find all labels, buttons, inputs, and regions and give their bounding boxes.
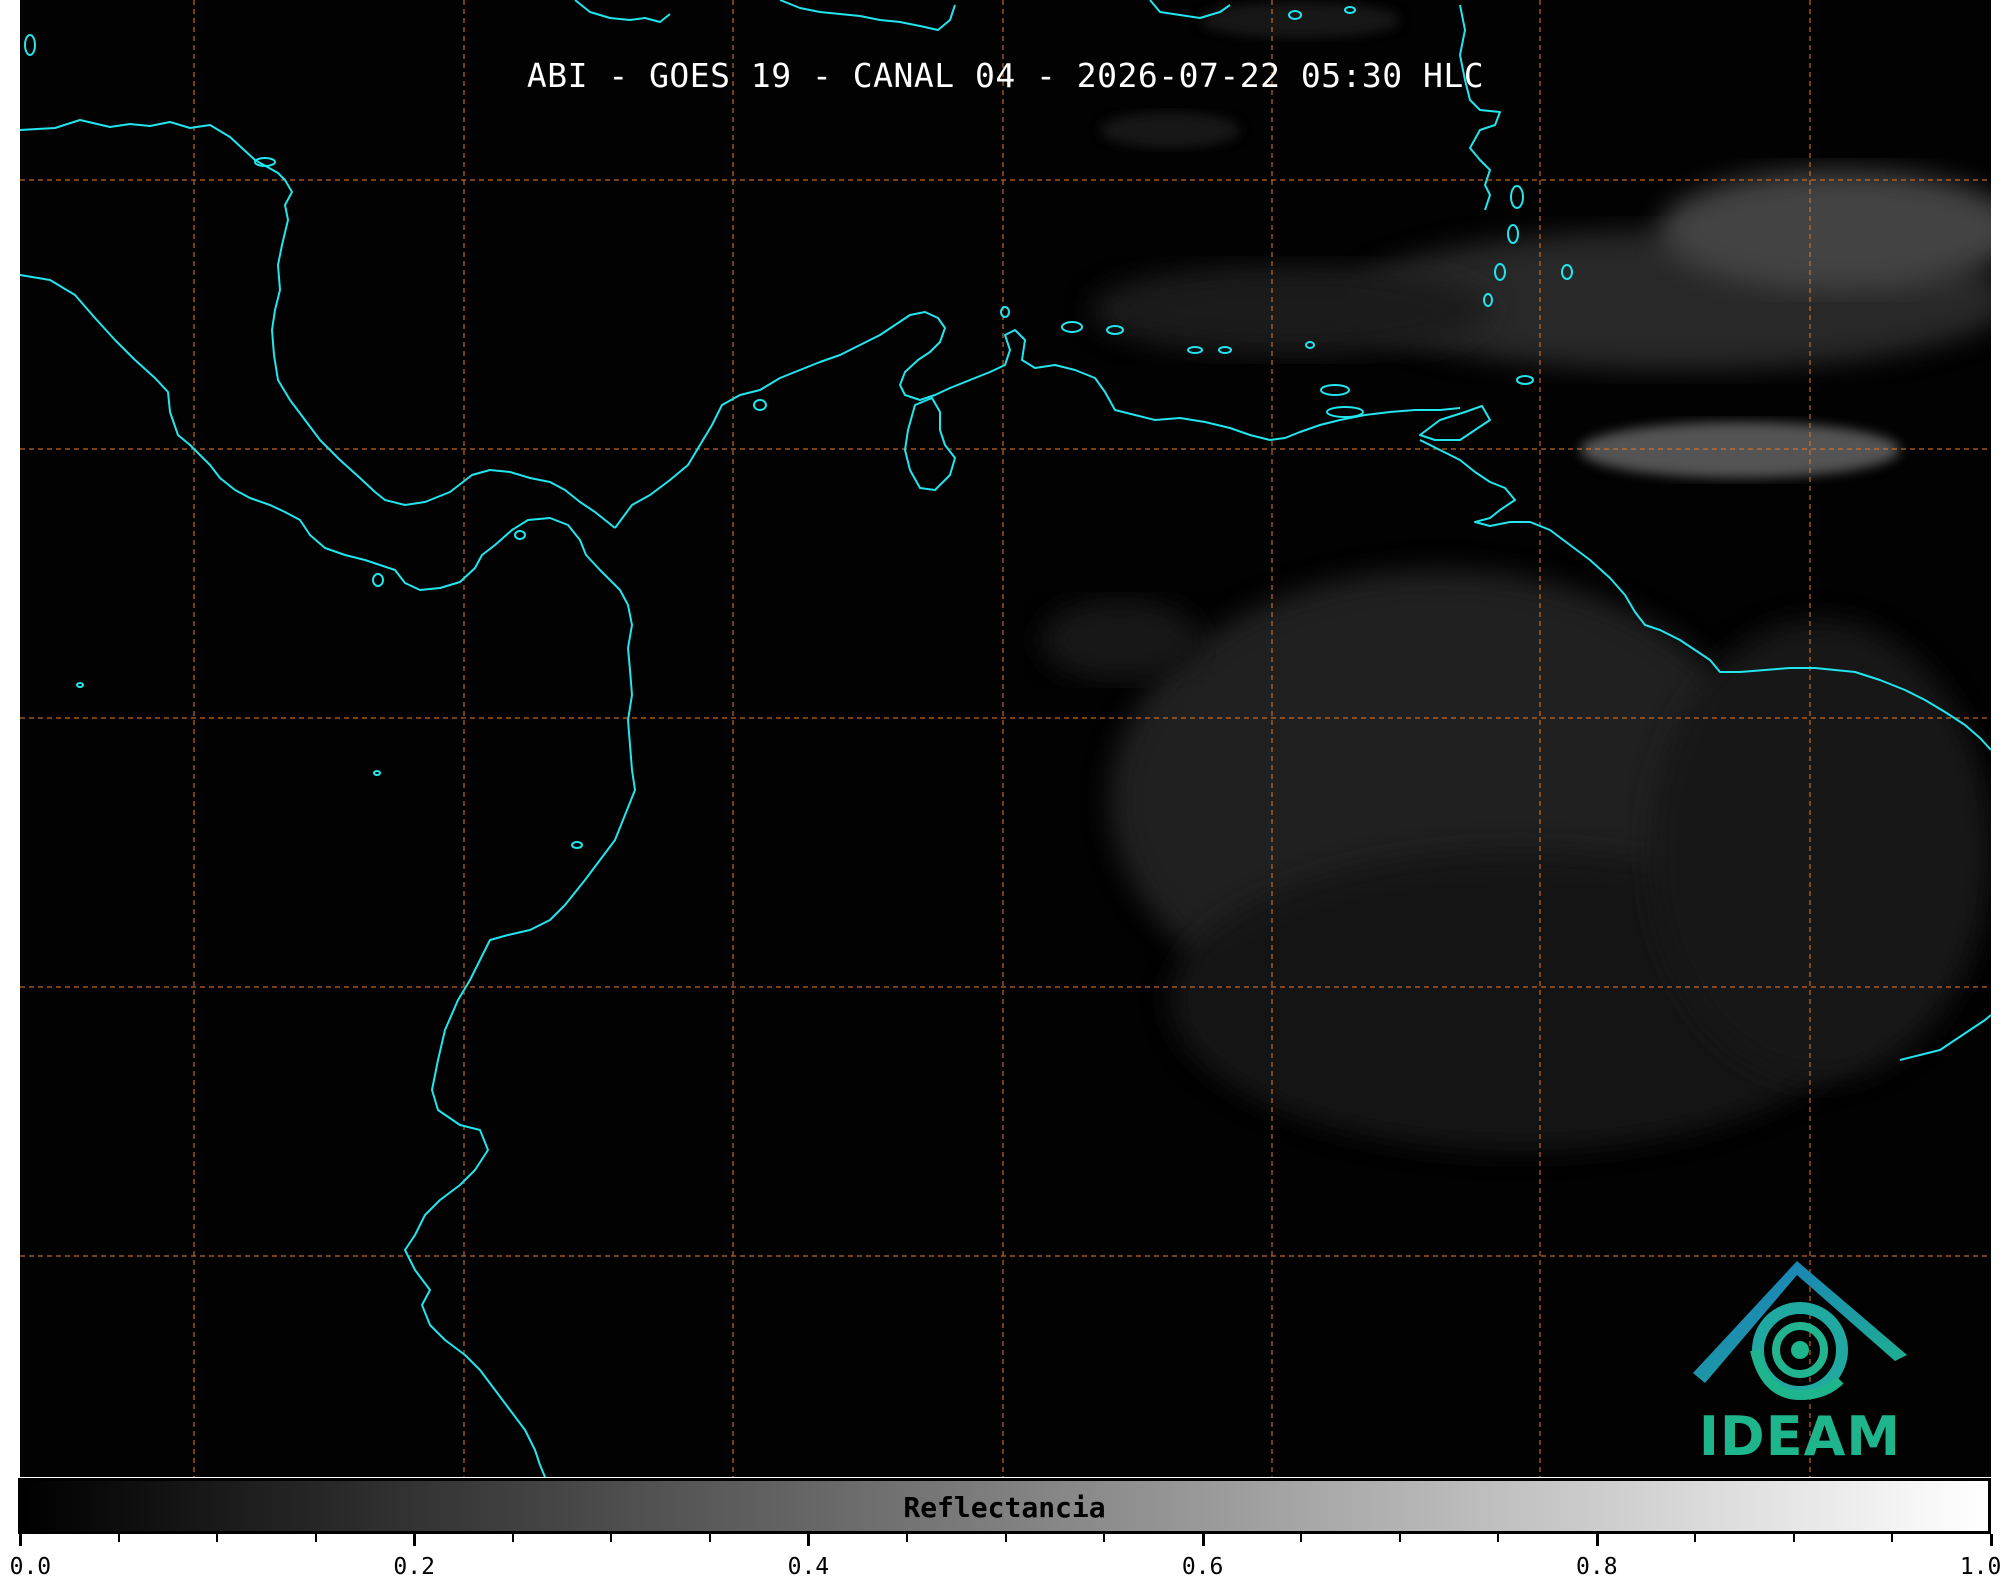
colorbar-tick-label: 0.6	[1181, 1554, 1224, 1580]
colorbar-minor-tick	[1398, 1534, 1401, 1542]
colorbar-major-tick	[807, 1534, 811, 1546]
island	[373, 770, 381, 776]
colorbar-major-tick	[1201, 1534, 1205, 1546]
ideam-logo-text: IDEAM	[1698, 1405, 1902, 1468]
coastline-pacific-central-america	[20, 274, 636, 1477]
island	[753, 399, 767, 411]
colorbar-minor-tick	[1497, 1534, 1500, 1542]
island	[1326, 406, 1364, 418]
cloud-patch-top	[1100, 112, 1240, 148]
colorbar-minor-tick	[1004, 1534, 1007, 1542]
cloud-patch-west	[1040, 600, 1200, 680]
colorbar-minor-tick	[511, 1534, 514, 1542]
colorbar-label: Reflectancia	[903, 1491, 1106, 1524]
colorbar-minor-tick	[610, 1534, 613, 1542]
cloud-patch-north-central	[1090, 265, 1490, 355]
island	[1320, 384, 1350, 396]
island	[571, 841, 583, 849]
coastline-hispaniola-fragment	[779, 0, 956, 31]
colorbar-minor-tick	[1891, 1534, 1894, 1542]
colorbar-tick-label: 0.8	[1576, 1554, 1618, 1580]
colorbar-minor-tick	[1103, 1534, 1106, 1542]
colorbar-axis: 0.0 0.2 0.4 0.6 0.8 1.0	[10, 1534, 2001, 1580]
coastline-paria-gulf	[1419, 405, 1491, 441]
cloud-streak-east	[1580, 422, 1900, 478]
cloud-layer	[1040, 2, 1991, 1150]
coastline-yucatan-mexico	[20, 119, 616, 529]
island	[1061, 321, 1083, 333]
satellite-map-panel: ABI - GOES 19 - CANAL 04 - 2026-07-22 05…	[20, 0, 1991, 1477]
map-title: ABI - GOES 19 - CANAL 04 - 2026-07-22 05…	[526, 56, 1485, 95]
ideam-logo: IDEAM	[1685, 1255, 1915, 1475]
colorbar-major-tick	[19, 1534, 22, 1546]
colorbar-minor-tick	[314, 1534, 317, 1542]
colorbar-tick-label: 0.2	[393, 1554, 435, 1580]
island	[1510, 185, 1524, 209]
island	[1516, 375, 1534, 385]
colorbar-minor-tick	[708, 1534, 711, 1542]
colorbar-minor-tick	[216, 1534, 219, 1542]
island	[514, 530, 526, 540]
cloud-cluster-east	[1650, 620, 1990, 1080]
island	[372, 573, 384, 587]
colorbar-major-tick	[413, 1534, 417, 1546]
ideam-roof-swirl-icon	[1693, 1261, 1907, 1401]
colorbar-tick-label: 0.0	[9, 1554, 52, 1580]
island	[76, 682, 84, 688]
coastline-lake-maracaibo	[904, 397, 956, 491]
colorbar-minor-tick	[1792, 1534, 1795, 1542]
colorbar-major-tick	[1595, 1534, 1599, 1546]
colorbar-minor-tick	[905, 1534, 908, 1542]
coastline-cuba-fragment	[574, 0, 671, 23]
colorbar-major-tick	[1990, 1534, 1993, 1546]
colorbar-minor-tick	[1300, 1534, 1303, 1542]
colorbar-minor-tick	[1694, 1534, 1697, 1542]
colorbar-tick-label: 0.4	[787, 1554, 830, 1580]
coastline-caribbean-islands-north	[1459, 4, 1501, 211]
island	[1000, 306, 1010, 318]
colorbar-tick-label: 1.0	[1959, 1554, 2002, 1580]
cloud-patch-top2	[1200, 2, 1400, 38]
colorbar-minor-tick	[117, 1534, 120, 1542]
colorbar: Reflectancia	[18, 1478, 1991, 1534]
island	[24, 34, 36, 56]
